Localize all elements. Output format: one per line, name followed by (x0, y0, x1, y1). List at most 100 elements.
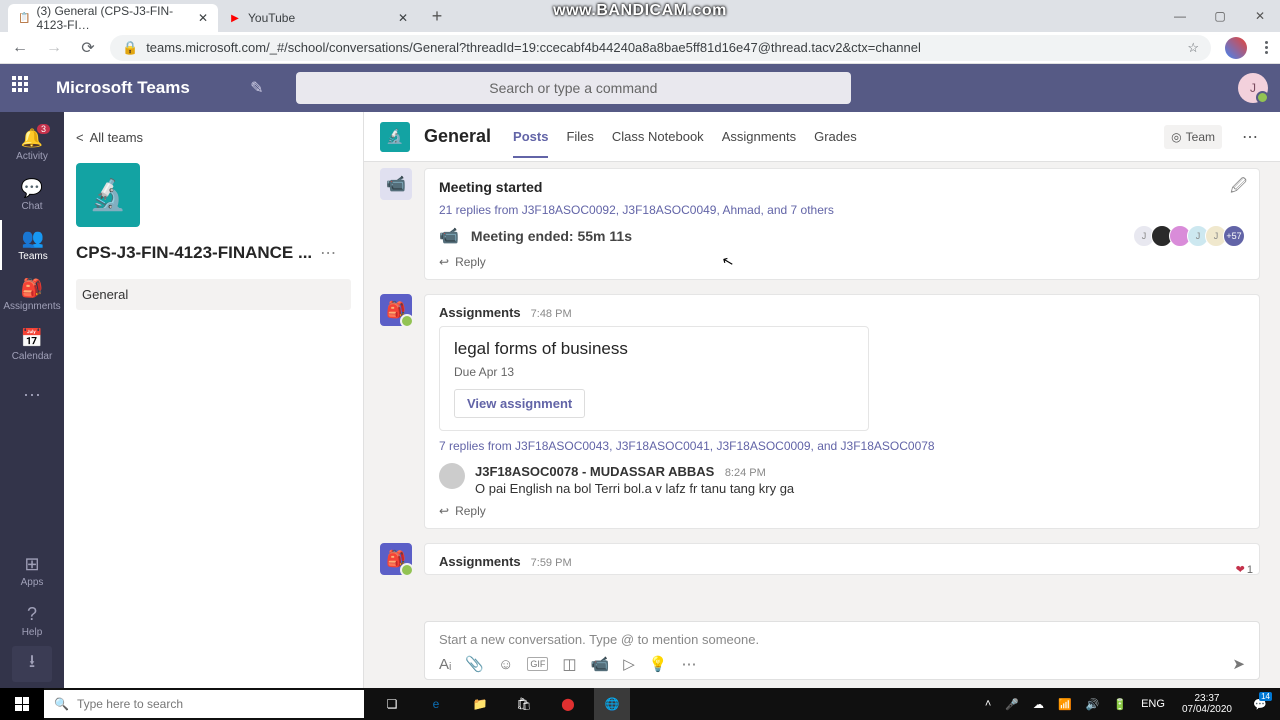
rail-calendar[interactable]: 📅 Calendar (0, 320, 64, 370)
meetnow-icon[interactable]: 📹 (591, 655, 610, 673)
chrome-profile[interactable] (1225, 37, 1247, 59)
mic-icon[interactable]: 🎤 (1002, 698, 1022, 711)
meeting-ended: Meeting ended: 55m 11s (471, 228, 632, 244)
volume-icon[interactable]: 🔊 (1083, 698, 1103, 711)
sticker-icon[interactable]: ◫ (562, 655, 576, 673)
browser-tab-active[interactable]: 📋 (3) General (CPS-J3-FIN-4123-FI… ✕ (8, 4, 218, 32)
store-icon[interactable]: 🛍 (506, 688, 542, 720)
tab-posts[interactable]: Posts (513, 115, 548, 158)
close-window-button[interactable]: ✕ (1240, 1, 1280, 31)
compose-box[interactable]: Start a new conversation. Type @ to ment… (424, 621, 1260, 680)
attach-icon[interactable]: 📎 (465, 655, 484, 673)
reply-time: 8:24 PM (725, 467, 766, 479)
reply-avatar (439, 463, 465, 489)
tab-assignments[interactable]: Assignments (722, 115, 796, 158)
reaction-heart[interactable]: ❤1 (1236, 563, 1253, 576)
edge-icon[interactable]: e (418, 688, 454, 720)
new-tab-button[interactable]: + (424, 3, 450, 29)
rail-label: Teams (18, 251, 47, 262)
teams-favicon: 📋 (18, 11, 30, 25)
windows-taskbar: 🔍 Type here to search ❏ e 📁 🛍 ⬤ 🌐 ˄ 🎤 ☁ … (0, 688, 1280, 720)
chrome-icon[interactable]: 🌐 (594, 688, 630, 720)
rail-label: Assignments (3, 301, 60, 312)
channel-general[interactable]: General (76, 279, 351, 310)
bandicam-icon[interactable]: ⬤ (550, 688, 586, 720)
youtube-favicon: ▶ (228, 11, 242, 25)
praise-icon[interactable]: 💡 (649, 655, 668, 673)
team-button[interactable]: ◎ Team (1164, 125, 1222, 149)
emoji-icon[interactable]: ☺ (498, 656, 513, 673)
reply-button[interactable]: ↩ Reply (439, 504, 1245, 518)
close-icon[interactable]: ✕ (198, 11, 208, 25)
assignments-bot-avatar: 🎒 (380, 543, 412, 575)
assignment-title: legal forms of business (454, 339, 854, 359)
rail-help[interactable]: ? Help (0, 596, 64, 646)
task-view-icon[interactable]: ❏ (374, 688, 410, 720)
format-icon[interactable]: Aᵢ (439, 656, 451, 673)
apps-icon: ⊞ (24, 554, 39, 575)
rail-more[interactable]: ⋯ (0, 370, 64, 420)
tray-chevron-icon[interactable]: ˄ (982, 698, 994, 710)
rail-download[interactable]: ⭳ (12, 646, 52, 682)
calendar-icon: 📅 (21, 328, 43, 349)
battery-icon[interactable]: 🔋 (1110, 698, 1130, 711)
app-launcher-icon[interactable] (12, 76, 36, 100)
wifi-icon[interactable]: 📶 (1055, 698, 1075, 711)
reload-button[interactable]: ⟳ (76, 36, 100, 60)
browser-tab-youtube[interactable]: ▶ YouTube ✕ (218, 4, 418, 32)
team-thumbnail[interactable]: 🔬 (76, 163, 140, 227)
rail-teams[interactable]: 👥 Teams (0, 220, 64, 270)
language-indicator[interactable]: ENG (1138, 698, 1168, 710)
replies-summary[interactable]: 21 replies from J3F18ASOC0092, J3F18ASOC… (439, 203, 1245, 217)
eye-icon: ◎ (1171, 130, 1181, 144)
taskbar-clock[interactable]: 23:37 07/04/2020 (1176, 693, 1238, 715)
close-icon[interactable]: ✕ (398, 11, 408, 25)
more-icon[interactable]: ⋯ (682, 655, 697, 673)
file-explorer-icon[interactable]: 📁 (462, 688, 498, 720)
rail-label: Calendar (12, 351, 53, 362)
reply-button[interactable]: ↩ Reply (439, 255, 1245, 269)
compose-icon[interactable]: ✎ (242, 73, 272, 103)
rail-apps[interactable]: ⊞ Apps (0, 546, 64, 596)
replies-summary[interactable]: 7 replies from J3F18ASOC0043, J3F18ASOC0… (439, 439, 1245, 453)
message-list[interactable]: 📹 🖉 Meeting started 21 replies from J3F1… (364, 162, 1280, 617)
rail-chat[interactable]: 💬 Chat (0, 170, 64, 220)
address-bar[interactable]: 🔒 teams.microsoft.com/_#/school/conversa… (110, 35, 1211, 61)
bookmark-icon[interactable]: ☆ (1187, 40, 1199, 56)
chrome-menu[interactable] (1261, 37, 1272, 58)
channel-more-icon[interactable]: ⋯ (1236, 127, 1264, 147)
bandicam-watermark: www.BANDICAM.com (553, 2, 727, 20)
maximize-button[interactable]: ▢ (1200, 1, 1240, 31)
teams-title: Microsoft Teams (56, 78, 190, 98)
gif-icon[interactable]: GIF (527, 657, 548, 671)
rail-activity[interactable]: 3 🔔 Activity (0, 120, 64, 170)
search-icon: 🔍 (54, 697, 69, 711)
rail-assignments[interactable]: 🎒 Assignments (0, 270, 64, 320)
forward-button[interactable]: → (42, 36, 66, 60)
tab-grades[interactable]: Grades (814, 115, 857, 158)
compose-placeholder[interactable]: Start a new conversation. Type @ to ment… (439, 632, 1245, 647)
assignment-card[interactable]: legal forms of business Due Apr 13 View … (439, 326, 869, 431)
tab-class-notebook[interactable]: Class Notebook (612, 115, 704, 158)
action-center-icon[interactable]: 💬 (1246, 690, 1274, 718)
taskbar-search[interactable]: 🔍 Type here to search (44, 690, 364, 718)
stream-icon[interactable]: ▷ (623, 655, 635, 673)
tab-files[interactable]: Files (566, 115, 593, 158)
attachment-icon[interactable]: 🖉 (1230, 175, 1247, 202)
channel-title: General (424, 126, 491, 147)
onedrive-icon[interactable]: ☁ (1030, 698, 1047, 711)
minimize-button[interactable]: — (1160, 1, 1200, 31)
team-more-icon[interactable]: ⋯ (320, 243, 336, 263)
channel-content: 🔬 General Posts Files Class Notebook Ass… (364, 112, 1280, 688)
user-avatar[interactable]: J (1238, 73, 1268, 103)
attendee-avatars[interactable]: J J J +57 (1137, 225, 1245, 247)
send-icon[interactable]: ➤ (1232, 655, 1245, 673)
search-input[interactable]: Search or type a command (296, 72, 851, 104)
all-teams-label: All teams (90, 130, 143, 145)
message-time: 7:59 PM (531, 557, 572, 569)
view-assignment-button[interactable]: View assignment (454, 389, 585, 418)
team-name: CPS-J3-FIN-4123-FINANCE ... (76, 243, 312, 263)
start-button[interactable] (0, 688, 44, 720)
all-teams-link[interactable]: < All teams (76, 124, 351, 151)
back-button[interactable]: ← (8, 36, 32, 60)
